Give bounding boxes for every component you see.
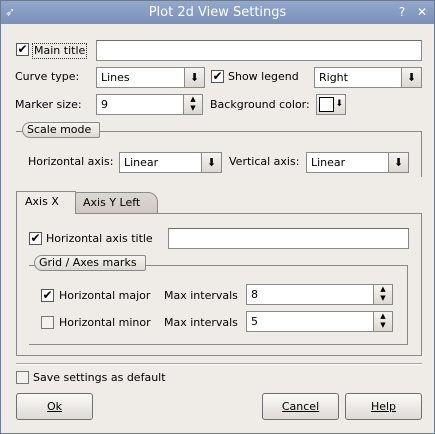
chevron-down-icon: ⬇ [335,99,343,109]
horizontal-major-label: Horizontal major [59,289,151,302]
main-title-input[interactable] [96,40,422,61]
background-color-button[interactable]: ⬇ [316,94,346,115]
separator [16,363,422,365]
show-legend-checkbox[interactable]: ✔ [211,70,224,83]
color-swatch [319,97,334,112]
window-title: Plot 2d View Settings [148,5,287,20]
chevron-down-icon: ⬇ [388,153,408,172]
major-max-intervals-spinbox[interactable]: 8 ▲ ▼ [246,284,393,305]
marker-size-spinbox[interactable]: 9 ▲ ▼ [96,94,203,115]
curve-type-select[interactable]: Lines ⬇ [96,67,205,88]
tab-axis-x[interactable]: Axis X [16,191,76,214]
legend-position-select[interactable]: Right ⬇ [314,67,422,88]
horizontal-axis-label: Horizontal axis: [28,155,114,168]
show-legend-label: Show legend [228,70,299,83]
save-default-checkbox[interactable] [16,371,29,384]
axis-title-input[interactable] [168,228,409,249]
axis-title-label: Horizontal axis title [46,232,153,245]
spin-arrows-icon[interactable]: ▲ ▼ [373,285,392,304]
horizontal-axis-value: Linear [124,156,159,169]
main-title-checkbox[interactable]: ✔ [16,43,29,56]
horizontal-axis-select[interactable]: Linear ⬇ [119,152,222,173]
curve-type-label: Curve type: [15,70,80,83]
major-max-intervals-label: Max intervals [164,289,238,302]
minor-max-intervals-value: 5 [251,315,258,328]
major-max-intervals-value: 8 [251,288,258,301]
close-icon[interactable]: ✕ [415,5,429,19]
chevron-down-icon: ⬇ [184,68,204,87]
curve-type-value: Lines [101,71,130,84]
tab-axis-y-left[interactable]: Axis Y Left [74,192,158,214]
cancel-button-label: Cancel [281,400,320,413]
cancel-button[interactable]: Cancel [262,393,339,420]
axis-title-checkbox[interactable]: ✔ [29,232,42,245]
horizontal-major-checkbox[interactable]: ✔ [41,289,54,302]
main-title-label: Main title [32,43,88,59]
vertical-axis-value: Linear [311,156,346,169]
ok-button[interactable]: Ok [16,393,93,420]
ok-button-label: Ok [46,400,63,413]
chevron-down-icon: ⬇ [401,68,421,87]
minor-max-intervals-label: Max intervals [164,316,238,329]
legend-position-value: Right [319,71,348,84]
vertical-axis-label: Vertical axis: [229,155,300,168]
marker-size-value: 9 [101,98,108,111]
title-bar[interactable]: ➶ Plot 2d View Settings ? ✕ [1,1,434,24]
horizontal-minor-checkbox[interactable] [41,316,54,329]
scale-mode-title: Scale mode [22,122,101,138]
horizontal-minor-label: Horizontal minor [59,316,151,329]
grid-axes-group [29,265,408,345]
grid-axes-title: Grid / Axes marks [34,255,146,271]
spin-arrows-icon[interactable]: ▲ ▼ [373,312,392,331]
minor-max-intervals-spinbox[interactable]: 5 ▲ ▼ [246,311,393,332]
vertical-axis-select[interactable]: Linear ⬇ [306,152,409,173]
help-button-label: Help [370,400,397,413]
help-button[interactable]: Help [345,393,422,420]
marker-size-label: Marker size: [15,98,82,111]
save-default-label: Save settings as default [33,371,166,384]
chevron-down-icon: ⬇ [201,153,221,172]
help-icon[interactable]: ? [395,5,409,19]
background-color-label: Background color: [210,98,310,111]
dialog-window: ➶ Plot 2d View Settings ? ✕ ✔ Main title… [0,0,435,434]
spin-arrows-icon[interactable]: ▲ ▼ [183,95,202,114]
